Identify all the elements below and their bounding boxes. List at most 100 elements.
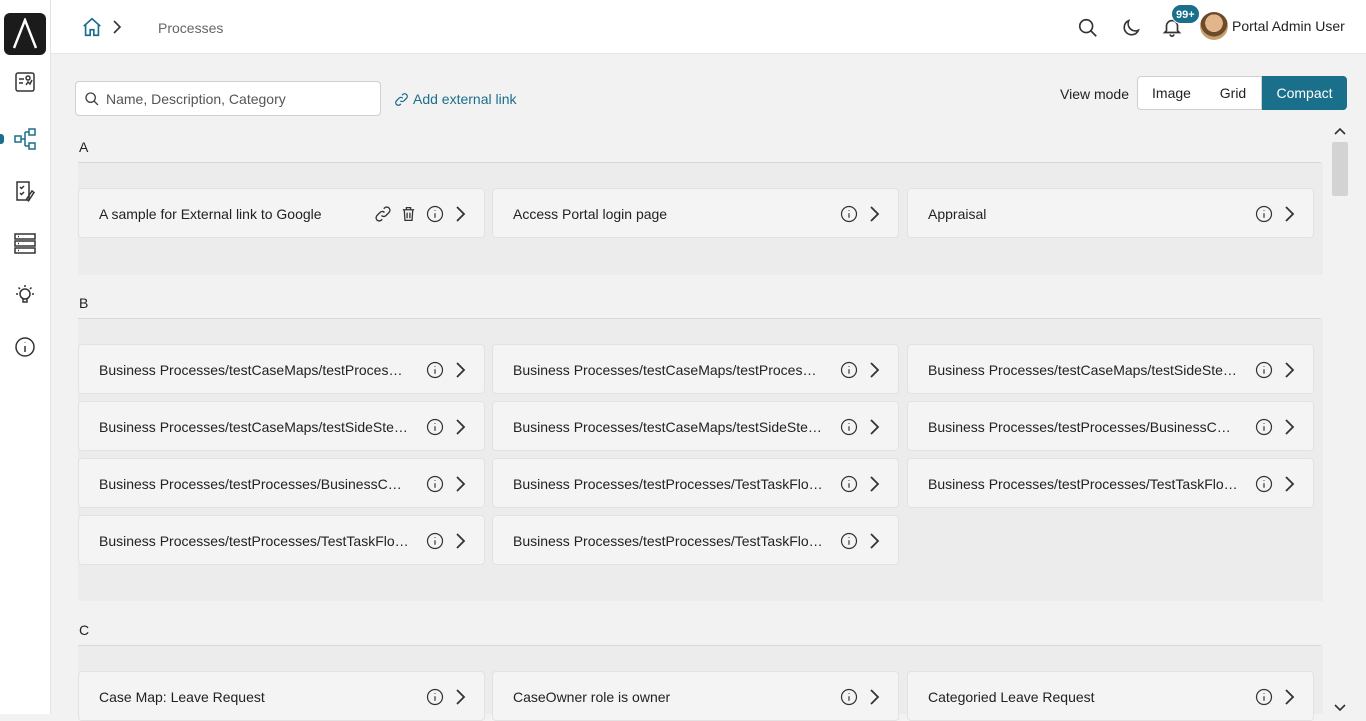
process-name: Business Processes/testCaseMaps/testSide… (513, 419, 823, 435)
info-icon[interactable] (839, 205, 858, 224)
info-icon[interactable] (839, 361, 858, 380)
chevron-right-icon[interactable] (1280, 205, 1299, 224)
group-b-header: B (78, 289, 1321, 319)
process-name: Business Processes/testProcesses/Busines… (99, 476, 409, 492)
chevron-right-icon[interactable] (865, 688, 884, 707)
group-letter: A (79, 139, 89, 155)
chevron-right-icon[interactable] (865, 205, 884, 224)
search-icon[interactable] (1077, 17, 1099, 39)
chevron-right-icon[interactable] (1280, 688, 1299, 707)
process-name: Business Processes/testProcesses/TestTas… (513, 476, 823, 492)
info-icon[interactable] (425, 688, 444, 707)
view-mode-grid-button[interactable]: Grid (1205, 76, 1262, 110)
process-card[interactable]: Business Processes/testCaseMaps/testProc… (492, 344, 899, 394)
sidebar-cases-icon[interactable] (12, 230, 38, 256)
info-icon[interactable] (1254, 361, 1273, 380)
chevron-right-icon[interactable] (1280, 418, 1299, 437)
chevron-right-icon[interactable] (451, 532, 470, 551)
process-card[interactable]: Business Processes/testProcesses/TestTas… (907, 458, 1314, 508)
sidebar (0, 0, 51, 714)
external-link-icon[interactable] (373, 205, 392, 224)
process-card[interactable]: Business Processes/testProcesses/TestTas… (78, 515, 485, 565)
chevron-right-icon[interactable] (451, 205, 470, 224)
chevron-right-icon[interactable] (451, 418, 470, 437)
info-icon[interactable] (425, 205, 444, 224)
dark-mode-icon[interactable] (1120, 17, 1142, 39)
process-card[interactable]: Business Processes/testProcesses/Busines… (907, 401, 1314, 451)
chevron-right-icon[interactable] (865, 475, 884, 494)
chevron-right-icon[interactable] (865, 418, 884, 437)
user-name[interactable]: Portal Admin User (1232, 18, 1345, 34)
sidebar-tasks-icon[interactable] (12, 178, 38, 204)
chevron-right-icon[interactable] (451, 361, 470, 380)
process-name: Business Processes/testProcesses/TestTas… (99, 533, 409, 549)
info-icon[interactable] (425, 418, 444, 437)
scroll-up-icon[interactable] (1334, 127, 1346, 137)
add-external-link-button[interactable]: Add external link (394, 91, 517, 107)
notification-badge: 99+ (1171, 4, 1200, 24)
process-card[interactable]: Appraisal (907, 188, 1314, 238)
process-card[interactable]: Business Processes/testCaseMaps/testSide… (78, 401, 485, 451)
sidebar-processes-icon[interactable] (12, 126, 38, 152)
scrollbar[interactable] (1330, 125, 1350, 714)
app-logo-icon[interactable] (4, 13, 46, 55)
group-letter: B (79, 295, 89, 311)
info-icon[interactable] (1254, 418, 1273, 437)
group-a-header: A (78, 133, 1321, 163)
info-icon[interactable] (425, 532, 444, 551)
info-icon[interactable] (425, 361, 444, 380)
sidebar-info-icon[interactable] (12, 334, 38, 360)
process-name: Business Processes/testCaseMaps/testProc… (513, 362, 823, 378)
view-mode-image-button[interactable]: Image (1137, 76, 1206, 110)
delete-icon[interactable] (399, 205, 418, 224)
info-icon[interactable] (839, 532, 858, 551)
sidebar-ideas-icon[interactable] (12, 282, 38, 308)
info-icon[interactable] (839, 688, 858, 707)
chevron-right-icon[interactable] (1280, 475, 1299, 494)
process-name: Business Processes/testProcesses/Busines… (928, 419, 1238, 435)
process-name: Access Portal login page (513, 206, 668, 222)
process-card[interactable]: Business Processes/testProcesses/TestTas… (492, 458, 899, 508)
process-card[interactable]: Business Processes/testCaseMaps/testSide… (907, 344, 1314, 394)
process-card[interactable]: Business Processes/testCaseMaps/testSide… (492, 401, 899, 451)
sidebar-active-marker (0, 134, 4, 144)
chevron-right-icon[interactable] (451, 688, 470, 707)
chevron-right-icon[interactable] (1280, 361, 1299, 380)
info-icon[interactable] (425, 475, 444, 494)
top-bar: Processes 99+ Portal Admin User (51, 0, 1366, 54)
process-name: A sample for External link to Google (99, 206, 322, 222)
chevron-right-icon[interactable] (865, 361, 884, 380)
process-card[interactable]: Business Processes/testCaseMaps/testProc… (78, 344, 485, 394)
info-icon[interactable] (839, 475, 858, 494)
process-name: Business Processes/testProcesses/TestTas… (928, 476, 1238, 492)
process-name: Business Processes/testCaseMaps/testSide… (928, 362, 1238, 378)
scroll-down-icon[interactable] (1334, 702, 1346, 712)
process-search-field (75, 81, 381, 116)
info-icon[interactable] (839, 418, 858, 437)
info-icon[interactable] (1254, 475, 1273, 494)
breadcrumb-current: Processes (158, 20, 224, 36)
process-card[interactable]: Access Portal login page (492, 188, 899, 238)
process-name: Business Processes/testCaseMaps/testSide… (99, 419, 409, 435)
chevron-right-icon[interactable] (451, 475, 470, 494)
scrollbar-thumb[interactable] (1332, 142, 1348, 196)
process-name: Case Map: Leave Request (99, 689, 265, 705)
process-name: Business Processes/testProcesses/TestTas… (513, 533, 823, 549)
add-external-link-label: Add external link (413, 91, 517, 107)
home-icon[interactable] (81, 16, 103, 38)
group-letter: C (79, 622, 90, 638)
info-icon[interactable] (1254, 205, 1273, 224)
info-icon[interactable] (1254, 688, 1273, 707)
chevron-right-icon[interactable] (865, 532, 884, 551)
link-icon (395, 92, 408, 106)
view-mode-label: View mode (1060, 86, 1130, 102)
view-mode-compact-button[interactable]: Compact (1262, 76, 1347, 110)
process-name: Business Processes/testCaseMaps/testProc… (99, 362, 409, 378)
process-name: Categoried Leave Request (928, 689, 1095, 705)
process-card[interactable]: A sample for External link to Google (78, 188, 485, 238)
process-search-input[interactable] (104, 82, 374, 115)
avatar[interactable] (1200, 12, 1228, 40)
process-card[interactable]: Business Processes/testProcesses/TestTas… (492, 515, 899, 565)
process-card[interactable]: Business Processes/testProcesses/Busines… (78, 458, 485, 508)
sidebar-dashboard-icon[interactable] (12, 69, 38, 95)
